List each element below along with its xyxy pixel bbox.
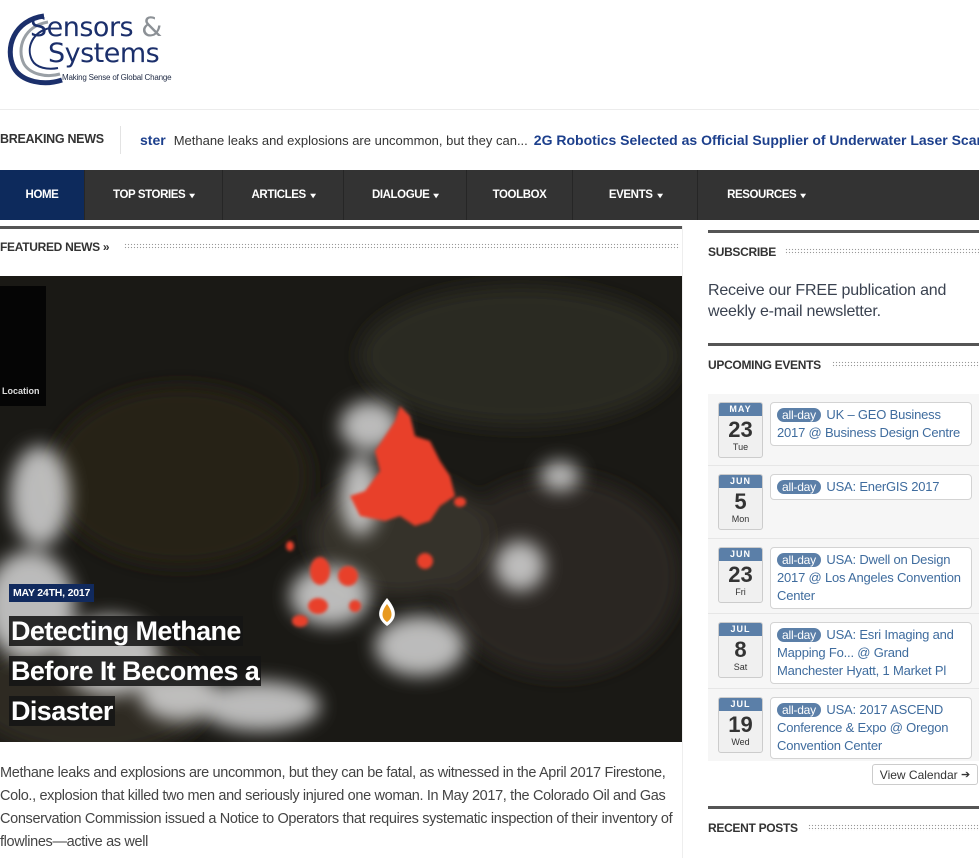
nav-events[interactable]: EVENTS ▾ — [573, 170, 698, 220]
map-location-panel: Location — [0, 286, 46, 406]
event-month: JUL — [719, 623, 762, 636]
event-link[interactable]: all-day USA: Dwell on Design 2017 @ Los … — [770, 547, 972, 609]
subscribe-text[interactable]: Receive our FREE publication and weekly … — [708, 280, 973, 322]
nav-label: RESOURCES — [727, 189, 797, 201]
section-dotted-rule — [785, 248, 979, 255]
featured-news-heading: FEATURED NEWS » — [0, 240, 110, 254]
subscribe-top-bar — [708, 230, 979, 233]
event-day: 8 — [734, 637, 747, 662]
nav-label: TOP STORIES — [113, 189, 186, 201]
logo-text-line2: Systems — [48, 38, 160, 69]
breaking-news-label: BREAKING NEWS — [0, 132, 104, 146]
nav-dialogue[interactable]: DIALOGUE ▾ — [344, 170, 467, 220]
event-item: JUN 5 Mon all-day USA: EnerGIS 2017 — [708, 466, 979, 539]
nav-top-stories[interactable]: TOP STORIES ▾ — [85, 170, 223, 220]
all-day-badge: all-day — [777, 553, 821, 567]
event-day: 23 — [728, 562, 753, 587]
event-weekday: Fri — [735, 587, 746, 597]
ticker-item[interactable]: Methane leaks and explosions are uncommo… — [174, 133, 528, 148]
events-list: MAY 23 Tue all-day UK – GEO Business 201… — [708, 394, 979, 761]
event-date-calendar-icon: JUL 19 Wed — [718, 697, 763, 753]
all-day-badge: all-day — [777, 703, 821, 717]
event-item: JUL 8 Sat all-day USA: Esri Imaging and … — [708, 614, 979, 689]
event-date-calendar-icon: JUL 8 Sat — [718, 622, 763, 678]
event-item: JUL 19 Wed all-day USA: 2017 ASCEND Conf… — [708, 689, 979, 761]
view-calendar-label: View Calendar — [879, 767, 958, 782]
subscribe-heading: SUBSCRIBE — [708, 245, 776, 259]
event-link[interactable]: all-day USA: EnerGIS 2017 — [770, 474, 972, 500]
event-date-calendar-icon: MAY 23 Tue — [718, 402, 763, 458]
title-line: Disaster — [9, 696, 115, 726]
event-item: JUN 23 Fri all-day USA: Dwell on Design … — [708, 539, 979, 614]
view-calendar-button[interactable]: View Calendar ➔ — [872, 764, 978, 785]
nav-articles[interactable]: ARTICLES ▾ — [223, 170, 344, 220]
chevron-down-icon: ▾ — [656, 190, 662, 200]
events-top-bar — [708, 343, 979, 346]
section-dotted-rule — [832, 361, 979, 368]
logo-tagline: Making Sense of Global Change — [62, 73, 172, 82]
event-month: JUN — [719, 475, 762, 488]
all-day-badge: all-day — [777, 480, 821, 494]
all-day-badge: all-day — [777, 628, 821, 642]
news-ticker: ster Methane leaks and explosions are unc… — [140, 132, 979, 148]
recent-posts-heading: RECENT POSTS — [708, 821, 798, 835]
event-title: USA: EnerGIS 2017 — [826, 479, 940, 494]
post-date-badge: MAY 24TH, 2017 — [9, 584, 95, 602]
featured-top-bar — [0, 226, 682, 229]
featured-post-title[interactable]: Detecting Methane Before It Becomes a Di… — [9, 611, 309, 731]
arrow-right-icon: ➔ — [960, 769, 971, 781]
breaking-news-bar: BREAKING NEWS ster Methane leaks and expl… — [0, 118, 979, 162]
section-dotted-rule — [124, 243, 680, 250]
event-date-calendar-icon: JUN 5 Mon — [718, 474, 763, 530]
nav-home[interactable]: HOME — [0, 170, 85, 220]
chevron-down-icon: ▾ — [433, 190, 439, 200]
chevron-down-icon: ▾ — [310, 190, 316, 200]
nav-label: TOOLBOX — [492, 189, 547, 201]
site-logo[interactable]: Sensors & Systems Making Sense of Global… — [4, 8, 184, 88]
event-link[interactable]: all-day USA: Esri Imaging and Mapping Fo… — [770, 622, 972, 684]
event-item: MAY 23 Tue all-day UK – GEO Business 201… — [708, 394, 979, 466]
column-divider — [682, 226, 683, 858]
section-dotted-rule — [808, 824, 979, 831]
map-location-label: Location — [2, 386, 40, 396]
nav-resources[interactable]: RESOURCES ▾ — [698, 170, 834, 220]
event-month: JUN — [719, 548, 762, 561]
title-line: Detecting Methane — [9, 616, 243, 646]
nav-label: DIALOGUE — [371, 189, 430, 201]
header-divider — [0, 109, 979, 110]
ticker-item[interactable]: 2G Robotics Selected as Official Supplie… — [534, 132, 979, 148]
upcoming-events-heading: UPCOMING EVENTS — [708, 358, 821, 372]
nav-label: HOME — [25, 189, 59, 201]
event-day: 23 — [728, 417, 753, 442]
recent-posts-top-bar — [708, 806, 979, 809]
event-day: 5 — [734, 489, 747, 514]
chevron-down-icon: ▾ — [189, 190, 195, 200]
title-line: Before It Becomes a — [9, 656, 262, 686]
event-day: 19 — [728, 712, 753, 737]
nav-label: EVENTS — [608, 189, 653, 201]
event-link[interactable]: all-day USA: 2017 ASCEND Conference & Ex… — [770, 697, 972, 759]
event-weekday: Tue — [732, 442, 749, 452]
event-link[interactable]: all-day UK – GEO Business 2017 @ Busines… — [770, 402, 972, 446]
breaking-news-divider — [120, 126, 121, 154]
featured-excerpt: Methane leaks and explosions are uncommo… — [0, 765, 673, 850]
nav-label: ARTICLES — [251, 189, 307, 201]
event-month: MAY — [719, 403, 762, 416]
ticker-item[interactable]: ster — [140, 132, 166, 148]
main-nav: HOME TOP STORIES ▾ ARTICLES ▾ DIALOGUE ▾ TO… — [0, 170, 979, 220]
chevron-down-icon: ▾ — [800, 190, 806, 200]
event-weekday: Sat — [733, 662, 748, 672]
nav-toolbox[interactable]: TOOLBOX — [467, 170, 573, 220]
event-weekday: Mon — [731, 514, 750, 524]
event-month: JUL — [719, 698, 762, 711]
event-weekday: Wed — [731, 737, 750, 747]
event-date-calendar-icon: JUN 23 Fri — [718, 547, 763, 603]
all-day-badge: all-day — [777, 408, 821, 422]
